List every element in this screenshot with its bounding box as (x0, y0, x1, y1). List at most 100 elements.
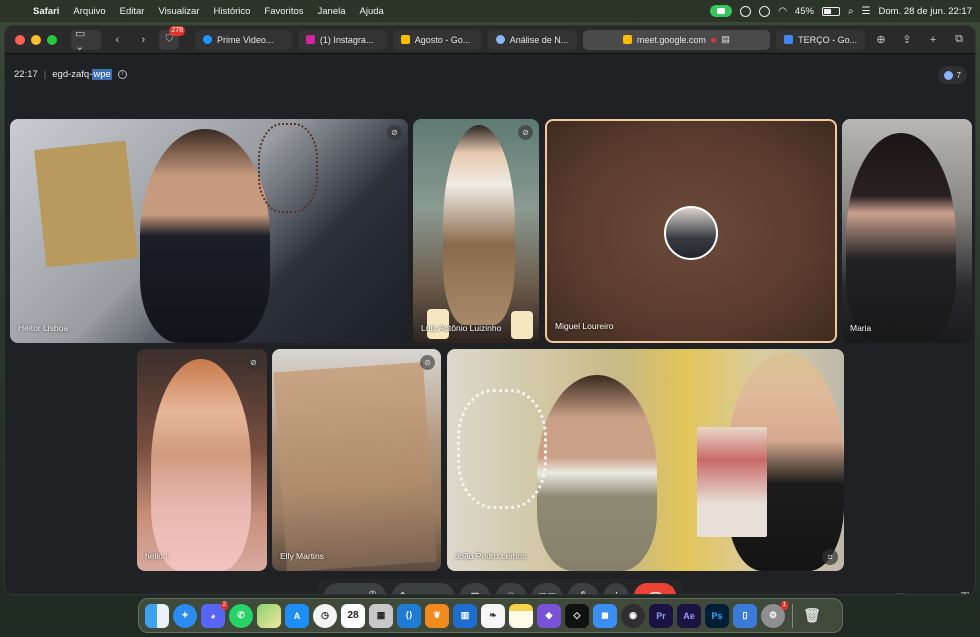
participant-tile-hello[interactable]: ⊘ hello ! (137, 349, 267, 571)
battery-icon[interactable] (821, 6, 840, 16)
mic-muted-icon: ⊘ (420, 355, 435, 370)
people-icon (943, 70, 953, 80)
notes-app-icon[interactable]: ❧ (481, 603, 505, 628)
tab-analise[interactable]: Análise de N... (487, 29, 577, 50)
system-settings-icon[interactable]: ⚙ 1 (761, 600, 788, 628)
roblox-icon[interactable]: ◼ (593, 603, 617, 628)
camera-in-use-icon[interactable] (710, 5, 733, 17)
more-dots-icon: ··· (330, 590, 341, 594)
emoji-icon: ☺ (505, 590, 516, 594)
participant-tile-elly[interactable]: ⊘ Elly Martins (272, 349, 441, 571)
new-tab-icon[interactable]: + (923, 30, 943, 50)
menu-item-visualizar[interactable]: Visualizar (151, 6, 206, 17)
menu-item-historico[interactable]: Histórico (206, 6, 257, 17)
participant-tile-miguel-active-speaker[interactable]: Miguel Loureiro (545, 119, 837, 343)
vertical-dots-icon: ⋮ (611, 590, 622, 595)
host-controls-icon[interactable]: ⚿ (954, 586, 975, 595)
menu-item-janela[interactable]: Janela (311, 6, 353, 17)
simulator-icon[interactable]: ▯ (733, 603, 757, 628)
screen-share-icon[interactable]: ▤ (721, 34, 730, 45)
downloads-icon[interactable]: ⊕ (871, 30, 891, 50)
forward-icon[interactable]: › (133, 30, 153, 50)
more-options-button[interactable]: ⋮ (604, 583, 629, 595)
maps-icon[interactable] (257, 603, 281, 628)
chat-icon[interactable]: ▤ (890, 586, 912, 595)
google-drive-icon[interactable] (759, 5, 771, 17)
finder-icon[interactable] (145, 603, 169, 628)
whatsapp-icon[interactable]: ✆ (229, 603, 253, 628)
tab-terco[interactable]: TERÇO - Go... (776, 29, 865, 50)
meeting-code[interactable]: egd-zafq-wpe (52, 69, 112, 80)
tab-prime-video[interactable]: Prime Video... (195, 29, 292, 50)
meeting-time: 22:17 (14, 69, 38, 80)
photoshop-icon[interactable]: Ps (705, 603, 729, 628)
clock-icon[interactable]: ◷ (313, 603, 337, 628)
safari-icon[interactable]: ✦ (173, 603, 197, 628)
instagram-favicon-icon (305, 35, 315, 44)
discord-icon[interactable]: ◕ 2 (201, 600, 228, 628)
obsidian-icon[interactable]: ◆ (537, 603, 561, 628)
participant-tile-joao[interactable]: ⌗ João Pedro Lemos (447, 349, 844, 571)
vscode-icon[interactable]: ⟨⟩ (397, 603, 421, 628)
mic-muted-icon: ⊘ (387, 125, 402, 140)
rosary-image (258, 123, 318, 213)
search-icon[interactable]: ⌕ (848, 6, 854, 17)
activities-icon[interactable]: ✂ (922, 586, 944, 595)
fl-studio-icon[interactable]: ❦ (425, 603, 449, 628)
share-icon[interactable]: ⇪ (897, 30, 917, 50)
address-bar-url[interactable]: meet.google.com (637, 35, 706, 45)
tab-overview-icon[interactable]: ⧉ (949, 30, 969, 50)
participant-tile-luiz[interactable]: ⊘ Luiz Antônio Luizinho (413, 119, 539, 343)
participants-button[interactable]: 7 (937, 66, 967, 84)
control-center-icon[interactable]: ☰ (862, 6, 871, 17)
participant-name: Maria (850, 323, 872, 333)
capcut-icon[interactable]: ◇ (565, 603, 589, 628)
wifi-icon[interactable]: ◠ (778, 6, 787, 17)
tab-instagram[interactable]: (1) Instagra... (297, 29, 387, 50)
participant-name: Luiz Antônio Luizinho (421, 323, 502, 333)
participant-tile-maria[interactable]: Maria (842, 119, 972, 343)
present-screen-button[interactable]: ⊡ (460, 583, 490, 594)
menu-item-ajuda[interactable]: Ajuda (353, 6, 391, 17)
minimize-window-button[interactable] (31, 34, 41, 45)
zoom-window-button[interactable] (47, 34, 57, 45)
camera-toggle-button[interactable]: ⌃▭ (392, 583, 454, 594)
crop-icon[interactable]: ⌗ (822, 549, 838, 565)
dock-separator (792, 603, 793, 628)
trash-icon[interactable]: 🗑︎ (800, 604, 824, 628)
menu-app-name[interactable]: Safari (26, 6, 66, 17)
tab-agosto[interactable]: Agosto - Go... (392, 29, 482, 50)
info-icon[interactable]: i (117, 70, 127, 79)
tab-label: (1) Instagra... (319, 34, 374, 45)
menu-item-editar[interactable]: Editar (113, 6, 152, 17)
app-store-icon[interactable]: A (285, 603, 309, 628)
obs-icon[interactable]: ◉ (621, 603, 645, 628)
side-controls: ▤ ✂ ⚿ (890, 586, 975, 595)
menu-datetime[interactable]: Dom. 28 de jun. 22:17 (879, 6, 972, 17)
emoji-reactions-button[interactable]: ☺ (496, 583, 526, 594)
camera-recording-icon[interactable]: ■ (711, 35, 716, 45)
menu-item-arquivo[interactable]: Arquivo (66, 6, 112, 17)
mic-muted-icon: ⊘ (246, 355, 261, 370)
notes-icon[interactable] (509, 603, 533, 628)
leave-call-button[interactable]: ☎ (634, 583, 677, 594)
captions-icon: ⊏⊐ (538, 590, 556, 595)
menu-item-favoritos[interactable]: Favoritos (257, 6, 310, 17)
more-audio-options-button[interactable]: ··· 🎙︎ (324, 583, 386, 594)
status-menu-icon[interactable] (740, 5, 752, 17)
close-window-button[interactable] (15, 34, 25, 45)
participant-tile-heitor[interactable]: ⊘ Heitor Lisboa (10, 119, 408, 343)
tab-meet-address-bar[interactable]: meet.google.com ■ ▤ (582, 29, 771, 50)
calculator-icon[interactable]: ▦ (369, 603, 393, 628)
after-effects-icon[interactable]: Ae (677, 603, 701, 628)
captions-button[interactable]: ⊏⊐ (532, 583, 563, 595)
back-icon[interactable]: ‹ (107, 30, 127, 50)
privacy-shield-icon[interactable]: ⛉ 278 (159, 26, 186, 50)
meet-favicon-icon (622, 35, 632, 44)
calendar-icon[interactable]: 28 (341, 603, 365, 628)
raise-hand-button[interactable]: ✋︎ (568, 583, 599, 594)
trello-icon[interactable]: ▥ (453, 603, 477, 628)
sidebar-toggle-icon[interactable]: ▭ ⌄ (71, 28, 102, 53)
premiere-pro-icon[interactable]: Pr (649, 603, 673, 628)
settings-badge: 1 (780, 600, 788, 610)
